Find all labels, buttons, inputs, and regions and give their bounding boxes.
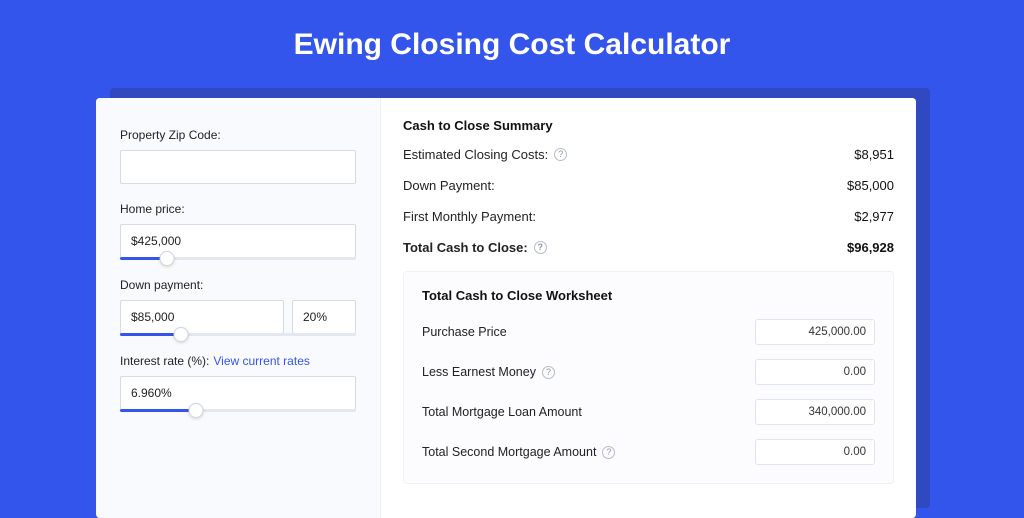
rate-slider-fill (120, 409, 196, 412)
down-payment-slider-fill (120, 333, 181, 336)
worksheet-row-label: Purchase Price (422, 325, 507, 339)
rate-label: Interest rate (%): (120, 354, 209, 368)
worksheet-row-input[interactable] (755, 399, 875, 425)
summary-row-value: $2,977 (854, 209, 894, 224)
zip-label: Property Zip Code: (120, 128, 356, 142)
worksheet-row: Total Mortgage Loan Amount (422, 399, 875, 425)
down-payment-slider[interactable] (120, 333, 356, 336)
view-rates-link[interactable]: View current rates (213, 354, 310, 368)
rate-slider[interactable] (120, 409, 356, 412)
worksheet-row-label: Total Second Mortgage Amount (422, 445, 596, 459)
home-price-label: Home price: (120, 202, 356, 216)
worksheet-panel: Total Cash to Close Worksheet Purchase P… (403, 271, 894, 484)
summary-row-value: $8,951 (854, 147, 894, 162)
summary-row: Estimated Closing Costs: ? $8,951 (403, 147, 894, 162)
worksheet-row-input[interactable] (755, 439, 875, 465)
worksheet-row: Less Earnest Money ? (422, 359, 875, 385)
calculator-card: Property Zip Code: Home price: Down paym… (96, 98, 916, 518)
worksheet-row-label: Total Mortgage Loan Amount (422, 405, 582, 419)
results-panel: Cash to Close Summary Estimated Closing … (381, 98, 916, 518)
help-icon[interactable]: ? (534, 241, 547, 254)
summary-total-value: $96,928 (847, 240, 894, 255)
home-price-input[interactable] (120, 224, 356, 258)
zip-input[interactable] (120, 150, 356, 184)
summary-row: Down Payment: $85,000 (403, 178, 894, 193)
worksheet-title: Total Cash to Close Worksheet (422, 288, 875, 303)
inputs-panel: Property Zip Code: Home price: Down paym… (96, 98, 381, 518)
home-price-slider[interactable] (120, 257, 356, 260)
zip-field: Property Zip Code: (120, 128, 356, 184)
help-icon[interactable]: ? (542, 366, 555, 379)
summary-row-label: First Monthly Payment: (403, 209, 536, 224)
worksheet-row: Purchase Price (422, 319, 875, 345)
rate-field: Interest rate (%): View current rates (120, 354, 356, 412)
down-payment-label: Down payment: (120, 278, 356, 292)
summary-row-label: Down Payment: (403, 178, 495, 193)
rate-input[interactable] (120, 376, 356, 410)
summary-total-row: Total Cash to Close: ? $96,928 (403, 240, 894, 255)
home-price-slider-thumb[interactable] (160, 251, 175, 266)
summary-total-label: Total Cash to Close: (403, 240, 528, 255)
worksheet-row-input[interactable] (755, 319, 875, 345)
help-icon[interactable]: ? (554, 148, 567, 161)
help-icon[interactable]: ? (602, 446, 615, 459)
summary-title: Cash to Close Summary (403, 118, 894, 133)
summary-row-label: Estimated Closing Costs: (403, 147, 548, 162)
rate-slider-thumb[interactable] (188, 403, 203, 418)
down-payment-field: Down payment: (120, 278, 356, 336)
summary-row-value: $85,000 (847, 178, 894, 193)
page-title: Ewing Closing Cost Calculator (0, 0, 1024, 84)
down-payment-input[interactable] (120, 300, 284, 334)
worksheet-row-label: Less Earnest Money (422, 365, 536, 379)
home-price-field: Home price: (120, 202, 356, 260)
worksheet-row-input[interactable] (755, 359, 875, 385)
worksheet-row: Total Second Mortgage Amount ? (422, 439, 875, 465)
summary-row: First Monthly Payment: $2,977 (403, 209, 894, 224)
down-payment-pct-input[interactable] (292, 300, 356, 334)
down-payment-slider-thumb[interactable] (174, 327, 189, 342)
